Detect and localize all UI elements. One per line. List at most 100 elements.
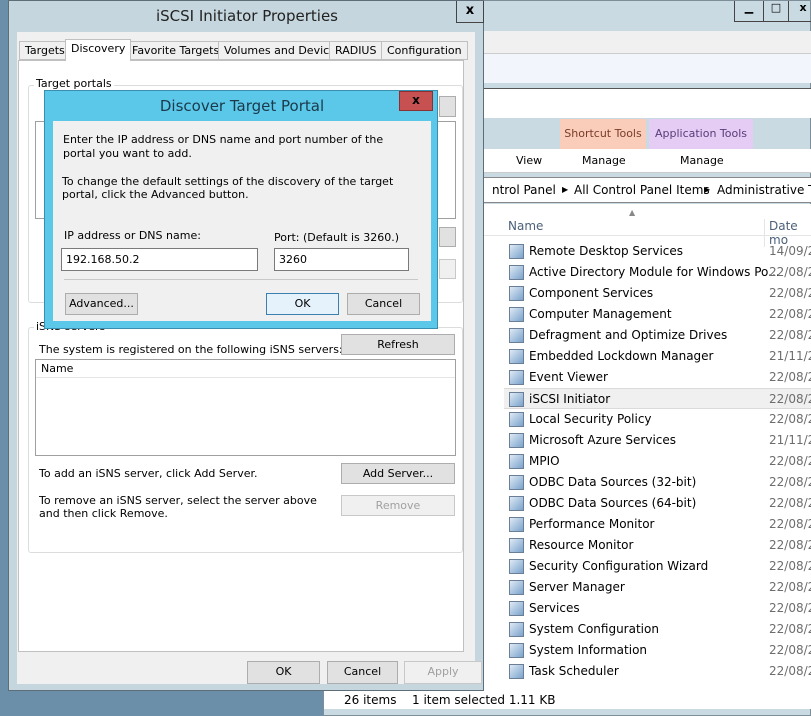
list-item[interactable]: Services 22/08/20: [504, 598, 811, 619]
advanced-button[interactable]: Advanced...: [65, 293, 138, 315]
list-item[interactable]: System Information 22/08/20: [504, 640, 811, 661]
item-name: Computer Management: [529, 307, 672, 321]
minimize-button[interactable]: ▁: [734, 1, 764, 22]
item-name: iSCSI Initiator: [529, 392, 611, 406]
item-date: 22/08/20: [769, 538, 811, 552]
list-item[interactable]: Resource Monitor 22/08/20: [504, 535, 811, 556]
list-item[interactable]: Computer Management 22/08/20: [504, 304, 811, 325]
shortcut-icon: [509, 475, 524, 490]
add-server-text: To add an iSNS server, click Add Server.: [39, 467, 258, 480]
shortcut-icon: [509, 664, 524, 679]
close-button[interactable]: x: [399, 91, 433, 111]
shortcut-icon: [509, 349, 524, 364]
discover-target-portal-dialog: Discover Target Portal x Enter the IP ad…: [44, 90, 438, 329]
list-item[interactable]: Server Manager 22/08/20: [504, 577, 811, 598]
isns-servers-list[interactable]: Name: [35, 359, 456, 456]
item-date: 22/08/20: [769, 643, 811, 657]
close-button[interactable]: x: [788, 1, 811, 22]
item-name: MPIO: [529, 454, 560, 468]
item-date: 22/08/20: [769, 664, 811, 678]
shortcut-icon: [509, 517, 524, 532]
breadcrumb-item[interactable]: ntrol Panel: [492, 178, 556, 202]
item-name: System Information: [529, 643, 648, 657]
ok-button[interactable]: OK: [247, 661, 320, 684]
item-date: 22/08/20: [769, 412, 811, 426]
list-item[interactable]: Defragment and Optimize Drives 22/08/20: [504, 325, 811, 346]
shortcut-icon: [509, 244, 524, 259]
item-date: 22/08/20: [769, 580, 811, 594]
tab-discovery[interactable]: Discovery: [65, 39, 132, 61]
tab-radius[interactable]: RADIUS: [329, 41, 383, 60]
list-item[interactable]: Active Directory Module for Windows Po..…: [504, 262, 811, 283]
tab-favorite-targets[interactable]: Favorite Targets: [126, 41, 226, 60]
shortcut-icon: [509, 496, 524, 511]
list-item[interactable]: Embedded Lockdown Manager 21/11/20: [504, 346, 811, 367]
item-name: Server Manager: [529, 580, 625, 594]
cancel-button[interactable]: Cancel: [327, 661, 398, 684]
list-item[interactable]: Security Configuration Wizard 22/08/20: [504, 556, 811, 577]
list-item[interactable]: MPIO 22/08/20: [504, 451, 811, 472]
list-item[interactable]: Event Viewer 22/08/20: [504, 367, 811, 388]
list-item[interactable]: Remote Desktop Services 14/09/20: [504, 241, 811, 262]
list-item[interactable]: ODBC Data Sources (64-bit) 22/08/20: [504, 493, 811, 514]
remove-portal-button[interactable]: [439, 227, 456, 247]
advanced-hint-text: To change the default settings of the di…: [62, 175, 394, 201]
cancel-button[interactable]: Cancel: [347, 293, 420, 315]
list-item[interactable]: Local Security Policy 22/08/20: [504, 409, 811, 430]
discover-portal-button[interactable]: [439, 96, 456, 117]
item-name: Performance Monitor: [529, 517, 655, 531]
tab-manage-shortcut[interactable]: Manage: [582, 154, 626, 167]
shortcut-icon: [509, 392, 524, 407]
list-item[interactable]: Performance Monitor 22/08/20: [504, 514, 811, 535]
tab-configuration[interactable]: Configuration: [381, 41, 468, 60]
refresh-portal-button[interactable]: [439, 259, 456, 279]
column-name[interactable]: Name: [36, 360, 455, 378]
item-name: Microsoft Azure Services: [529, 433, 677, 447]
item-date: 14/09/20: [769, 244, 811, 258]
maximize-button[interactable]: □: [763, 1, 789, 22]
shortcut-icon: [509, 328, 524, 343]
tab-view[interactable]: View: [516, 154, 542, 167]
add-server-button[interactable]: Add Server...: [341, 463, 455, 484]
ip-address-input[interactable]: 192.168.50.2: [61, 248, 258, 271]
item-date: 21/11/20: [769, 433, 811, 447]
shortcut-icon: [509, 286, 524, 301]
shortcut-tools-tab[interactable]: Shortcut Tools: [560, 119, 646, 149]
item-name: Local Security Policy: [529, 412, 652, 426]
apply-button[interactable]: Apply: [404, 661, 482, 684]
chevron-right-icon: ▶: [704, 185, 711, 194]
shortcut-icon: [509, 433, 524, 448]
port-input[interactable]: 3260: [274, 248, 409, 271]
list-item[interactable]: Microsoft Azure Services 21/11/20: [504, 430, 811, 451]
list-item[interactable]: ODBC Data Sources (32-bit) 22/08/20: [504, 472, 811, 493]
application-tools-tab[interactable]: Application Tools: [649, 119, 753, 149]
ok-button[interactable]: OK: [266, 293, 339, 315]
item-date: 22/08/20: [769, 496, 811, 510]
list-item[interactable]: Component Services 22/08/20: [504, 283, 811, 304]
remove-button[interactable]: Remove: [341, 495, 455, 516]
selection-info: 1 item selected 1.11 KB: [412, 693, 556, 707]
item-date: 22/08/20: [769, 601, 811, 615]
breadcrumb-item[interactable]: Administrative To: [717, 178, 811, 202]
tab-targets[interactable]: Targets: [19, 41, 71, 60]
intro-text: Enter the IP address or DNS name and por…: [63, 133, 384, 160]
item-date: 22/08/20: [769, 307, 811, 321]
list-item[interactable]: iSCSI Initiator 22/08/20: [504, 388, 811, 409]
column-headers: Name ▲ Date mo: [484, 208, 811, 247]
item-date: 22/08/20: [769, 622, 811, 636]
column-name[interactable]: Name: [508, 219, 543, 233]
shortcut-icon: [509, 601, 524, 616]
isns-registered-text: The system is registered on the followin…: [39, 343, 343, 356]
list-item[interactable]: System Configuration 22/08/20: [504, 619, 811, 640]
item-date: 22/08/20: [769, 559, 811, 573]
tab-manage-application[interactable]: Manage: [680, 154, 724, 167]
shortcut-icon: [509, 307, 524, 322]
refresh-button[interactable]: Refresh: [341, 334, 455, 355]
shortcut-icon: [509, 559, 524, 574]
list-item[interactable]: Task Scheduler 22/08/20: [504, 661, 811, 682]
shortcut-icon: [509, 580, 524, 595]
status-bar: 26 items 1 item selected 1.11 KB: [324, 691, 811, 709]
close-button[interactable]: x: [456, 1, 484, 23]
breadcrumb-item[interactable]: All Control Panel Items: [574, 178, 710, 202]
item-name: System Configuration: [529, 622, 659, 636]
